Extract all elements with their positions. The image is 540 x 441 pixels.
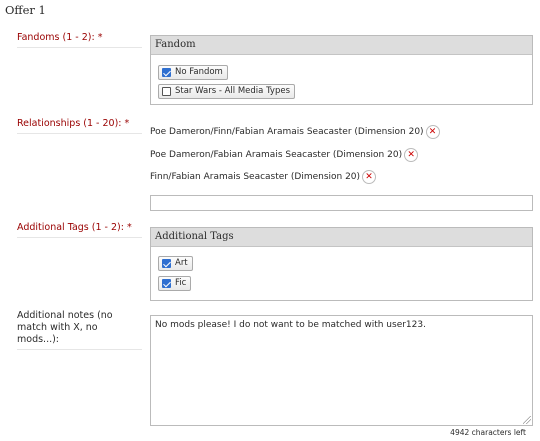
notes-label: Additional notes (no match with X, no mo… (17, 310, 142, 350)
fandom-option-label: No Fandom (175, 67, 223, 77)
additional-tags-fieldset: Additional Tags Art Fic (150, 227, 533, 301)
relationship-tag: Finn/Fabian Aramais Seacaster (Dimension… (150, 170, 377, 184)
fandom-option-no-fandom[interactable]: No Fandom (158, 65, 228, 80)
additional-tags-label: Additional Tags (1 - 2): * (17, 222, 142, 238)
offer-heading: Offer 1 (5, 3, 46, 17)
tag-option-art[interactable]: Art (158, 256, 193, 271)
additional-tags-fieldset-title: Additional Tags (151, 228, 532, 247)
characters-left-counter: 4942 characters left (450, 428, 526, 437)
relationships-label: Relationships (1 - 20): * (17, 118, 142, 134)
fandom-fieldset: Fandom No Fandom Star Wars - All Media T… (150, 35, 533, 105)
tag-option-label: Art (175, 258, 188, 268)
relationship-tag: Poe Dameron/Fabian Aramais Seacaster (Di… (150, 148, 419, 162)
tag-option-label: Fic (175, 278, 187, 288)
remove-tag-icon[interactable]: ✕ (362, 170, 377, 184)
relationships-autocomplete-input[interactable] (150, 195, 533, 211)
resize-grip-icon[interactable] (523, 416, 531, 424)
relationship-tag-text: Finn/Fabian Aramais Seacaster (Dimension… (150, 172, 361, 182)
relationship-tag-text: Poe Dameron/Finn/Fabian Aramais Seacaste… (150, 127, 424, 137)
checkbox-checked-icon[interactable] (162, 259, 171, 268)
notes-textarea[interactable]: No mods please! I do not want to be matc… (150, 315, 533, 426)
tag-option-fic[interactable]: Fic (158, 276, 192, 291)
checkbox-checked-icon[interactable] (162, 279, 171, 288)
remove-tag-icon[interactable]: ✕ (425, 125, 440, 139)
remove-tag-icon[interactable]: ✕ (404, 148, 419, 162)
fandom-fieldset-title: Fandom (151, 36, 532, 55)
fandom-option-star-wars[interactable]: Star Wars - All Media Types (158, 84, 296, 99)
relationship-tag-text: Poe Dameron/Fabian Aramais Seacaster (Di… (150, 150, 403, 160)
checkbox-unchecked-icon[interactable] (162, 87, 171, 96)
notes-text: No mods please! I do not want to be matc… (155, 320, 426, 330)
checkbox-checked-icon[interactable] (162, 68, 171, 77)
relationship-tag: Poe Dameron/Finn/Fabian Aramais Seacaste… (150, 125, 440, 139)
fandom-option-label: Star Wars - All Media Types (175, 86, 291, 96)
fandoms-label: Fandoms (1 - 2): * (17, 32, 142, 48)
